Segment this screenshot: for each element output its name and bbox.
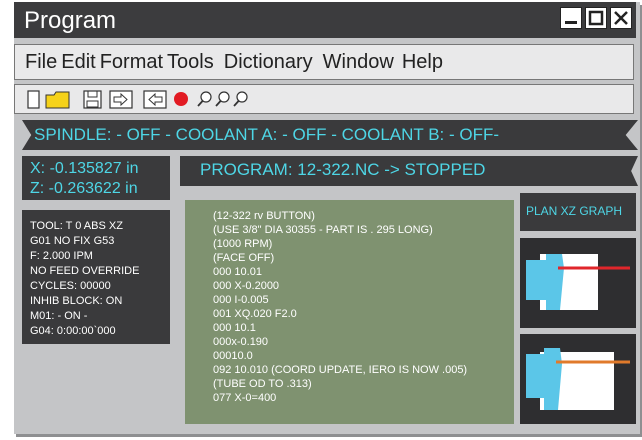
info-line: M01: - ON - bbox=[30, 310, 88, 322]
toolpath-graph-1 bbox=[520, 238, 636, 328]
machine-status-bar: SPINDLE: - OFF - COOLANT A: - OFF - COOL… bbox=[22, 120, 638, 150]
new-document-icon[interactable] bbox=[27, 90, 41, 110]
menu-bar: File Edit Format Tools Dictionary Window… bbox=[14, 44, 634, 80]
code-line: 00010.0 bbox=[213, 350, 253, 362]
code-line: (12-322 rv BUTTON) bbox=[213, 210, 315, 222]
title-bar: Program bbox=[14, 2, 636, 38]
info-line: F: 2.000 IPM bbox=[30, 250, 93, 262]
code-line: (USE 3/8" DIA 30355 - PART IS . 295 LONG… bbox=[213, 224, 433, 236]
info-line: TOOL: T 0 ABS XZ bbox=[30, 220, 123, 232]
toolpath-graph-2 bbox=[520, 334, 636, 424]
window-controls bbox=[560, 7, 632, 29]
status-text: SPINDLE: - OFF - COOLANT A: - OFF - COOL… bbox=[34, 125, 500, 144]
code-line: (FACE OFF) bbox=[213, 252, 275, 264]
minimize-icon bbox=[565, 21, 577, 24]
open-folder-icon[interactable] bbox=[45, 90, 71, 110]
info-line: CYCLES: 00000 bbox=[30, 280, 111, 292]
info-line: G01 NO FIX G53 bbox=[30, 235, 115, 247]
zoom-icon[interactable] bbox=[215, 91, 231, 109]
code-line: 077 X-0=400 bbox=[213, 392, 277, 404]
forward-icon[interactable] bbox=[109, 90, 133, 110]
menu-help[interactable]: Help bbox=[402, 51, 443, 74]
gcode-listing[interactable]: (12-322 rv BUTTON) (USE 3/8" DIA 30355 -… bbox=[185, 200, 514, 424]
part-profile bbox=[526, 348, 562, 410]
toolpath-graph-2-canvas bbox=[526, 348, 630, 410]
coordinate-readout: X: -0.135827 in Z: -0.263622 in bbox=[22, 156, 170, 200]
z-coordinate: Z: -0.263622 in bbox=[30, 180, 138, 197]
window-title: Program bbox=[24, 7, 117, 34]
menu-window[interactable]: Window bbox=[323, 51, 394, 74]
maximize-button[interactable] bbox=[585, 7, 607, 29]
toolbar bbox=[14, 84, 634, 114]
program-status-bar: PROGRAM: 12-322.NC -> STOPPED bbox=[180, 156, 638, 186]
program-status: PROGRAM: 12-322.NC -> STOPPED bbox=[200, 160, 486, 179]
minimize-button[interactable] bbox=[560, 7, 582, 29]
record-icon[interactable] bbox=[173, 91, 191, 109]
info-line: INHIB BLOCK: ON bbox=[30, 295, 123, 307]
plan-xz-graph-label: PLAN XZ GRAPH bbox=[526, 204, 623, 218]
close-icon bbox=[614, 11, 628, 25]
menu-format[interactable]: Format bbox=[100, 51, 163, 74]
code-line: 092 10.010 (COORD UPDATE, IERO IS NOW .0… bbox=[213, 364, 468, 376]
plan-xz-graph-tab[interactable]: PLAN XZ GRAPH bbox=[520, 193, 636, 231]
toolpath-graph-1-canvas bbox=[526, 254, 630, 310]
code-line: (TUBE OD TO .313) bbox=[213, 378, 312, 390]
menu-dictionary[interactable]: Dictionary bbox=[224, 51, 313, 74]
maximize-icon bbox=[588, 10, 604, 26]
back-icon[interactable] bbox=[143, 90, 167, 110]
menu-edit[interactable]: Edit bbox=[61, 51, 95, 74]
code-line: 000 10.1 bbox=[213, 322, 256, 334]
machine-info-panel: TOOL: T 0 ABS XZ G01 NO FIX G53 F: 2.000… bbox=[22, 210, 170, 344]
code-line: (1000 RPM) bbox=[213, 238, 273, 250]
x-coordinate: X: -0.135827 in bbox=[30, 160, 139, 177]
code-line: 000x-0.190 bbox=[213, 336, 269, 348]
info-line: NO FEED OVERRIDE bbox=[30, 265, 140, 277]
code-line: 000 I-0.005 bbox=[213, 294, 269, 306]
code-line: 001 XQ.020 F2.0 bbox=[213, 308, 297, 320]
info-line: G04: 0:00:00`000 bbox=[30, 325, 116, 337]
save-icon[interactable] bbox=[83, 90, 103, 110]
menu-file[interactable]: File bbox=[25, 51, 57, 74]
zoom-out-icon[interactable] bbox=[197, 91, 213, 109]
menu-tools[interactable]: Tools bbox=[167, 51, 214, 74]
code-line: 000 10.01 bbox=[213, 266, 262, 278]
close-button[interactable] bbox=[610, 7, 632, 29]
code-line: 000 X-0.2000 bbox=[213, 280, 280, 292]
zoom-in-icon[interactable] bbox=[233, 91, 249, 109]
